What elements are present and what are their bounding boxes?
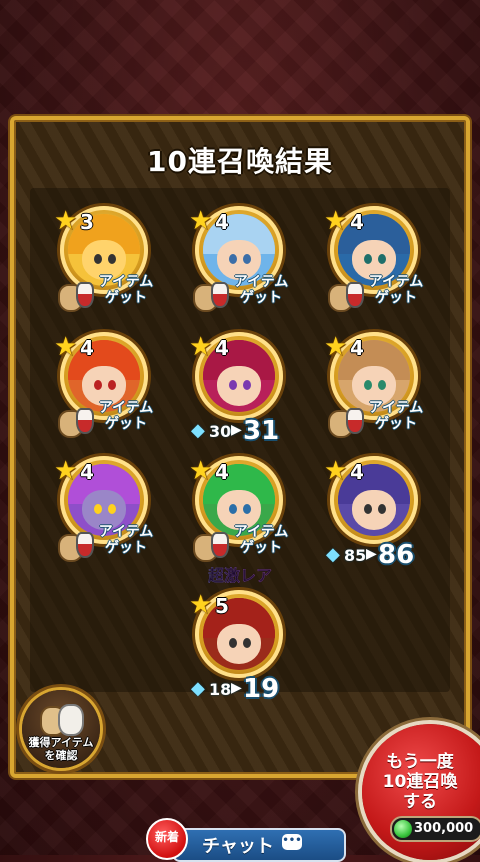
level-old: 18	[209, 680, 232, 699]
rarity-number: 4	[350, 210, 364, 234]
rarity-number: 4	[350, 336, 364, 360]
item-get-badge: アイテム ゲット	[52, 272, 162, 312]
result-card-9[interactable]: ★ 4 ◆ 85 ▶ 86	[320, 450, 430, 570]
currency-orb-icon	[394, 820, 412, 838]
item-label-line1: アイテム	[98, 274, 154, 290]
arrow-right-icon: ▶	[231, 422, 242, 438]
item-label-line1: アイテム	[233, 524, 289, 540]
level-icon: ◆	[326, 544, 340, 565]
speech-bubble-icon: •••	[282, 834, 302, 850]
star-icon: ★	[189, 590, 213, 620]
item-label-line2: ゲット	[240, 290, 282, 306]
character-portrait	[203, 340, 275, 412]
level-icon: ◆	[191, 420, 205, 441]
level-up-badge: ◆ 85 ▶ 86	[324, 540, 428, 570]
level-icon: ◆	[191, 678, 205, 699]
item-label-line1: アイテム	[98, 400, 154, 416]
confirm-label-line1: 獲得アイテム	[28, 736, 94, 749]
result-card-2[interactable]: ★ 4 アイテム ゲット	[185, 200, 295, 320]
star-icon: ★	[189, 332, 213, 362]
item-label-line2: ゲット	[375, 290, 417, 306]
item-label-line2: ゲット	[105, 416, 147, 432]
item-get-badge: アイテム ゲット	[322, 272, 432, 312]
confirm-label-line2: を確認	[44, 749, 78, 762]
star-icon: ★	[189, 456, 213, 486]
new-badge: 新着	[146, 818, 188, 860]
rarity-number: 4	[350, 460, 364, 484]
rarity-number: 4	[215, 460, 229, 484]
item-label-line2: ゲット	[105, 540, 147, 556]
item-bags-icon	[38, 700, 84, 736]
ultra-rare-label: 超激レア	[185, 562, 295, 586]
chat-button[interactable]: チャット •••	[172, 828, 346, 862]
result-card-8[interactable]: ★ 4 アイテム ゲット	[185, 450, 295, 570]
results-grid: ★ 3 アイテム ゲット ★ 4 アイテム ゲット ★ 4 アイテム ゲット ★…	[30, 188, 450, 704]
star-icon: ★	[54, 206, 78, 236]
item-get-badge: アイテム ゲット	[187, 272, 297, 312]
star-icon: ★	[54, 332, 78, 362]
retry-label-line2: 10連召喚	[382, 772, 458, 792]
item-label-line1: アイテム	[233, 274, 289, 290]
item-label-line1: アイテム	[368, 274, 424, 290]
arrow-right-icon: ▶	[231, 680, 242, 696]
character-portrait	[203, 598, 275, 670]
item-label-line1: アイテム	[368, 400, 424, 416]
item-label-line1: アイテム	[98, 524, 154, 540]
level-new: 19	[243, 674, 280, 704]
rarity-number: 3	[80, 210, 94, 234]
retry-label-line3: する	[403, 792, 437, 812]
item-get-badge: アイテム ゲット	[187, 522, 297, 562]
rarity-number: 4	[215, 336, 229, 360]
star-icon: ★	[324, 332, 348, 362]
item-get-badge: アイテム ゲット	[322, 398, 432, 438]
level-up-badge: ◆ 18 ▶ 19	[189, 674, 293, 704]
level-old: 30	[209, 422, 232, 441]
result-card-5[interactable]: ★ 4 ◆ 30 ▶ 31	[185, 326, 295, 446]
star-icon: ★	[54, 456, 78, 486]
item-label-line2: ゲット	[375, 416, 417, 432]
level-up-badge: ◆ 30 ▶ 31	[189, 416, 293, 446]
results-panel: 10連召喚結果 ★ 3 アイテム ゲット ★ 4 アイテム ゲット ★ 4 アイ…	[10, 116, 470, 778]
result-card-4[interactable]: ★ 4 アイテム ゲット	[50, 326, 160, 446]
rarity-number: 4	[80, 460, 94, 484]
rarity-number: 5	[215, 594, 229, 618]
rarity-number: 4	[80, 336, 94, 360]
star-icon: ★	[324, 206, 348, 236]
retry-label-line1: もう一度	[386, 752, 454, 772]
level-old: 85	[344, 546, 367, 565]
item-label-line2: ゲット	[240, 540, 282, 556]
page-title: 10連召喚結果	[147, 145, 333, 178]
item-get-badge: アイテム ゲット	[52, 398, 162, 438]
result-card-10[interactable]: 超激レア ★ 5 ◆ 18 ▶ 19	[185, 566, 295, 704]
cost-value: 300,000	[414, 821, 474, 836]
level-new: 31	[243, 416, 280, 446]
star-icon: ★	[189, 206, 213, 236]
cost-pill: 300,000	[390, 816, 480, 842]
arrow-right-icon: ▶	[366, 546, 377, 562]
item-label-line2: ゲット	[105, 290, 147, 306]
star-icon: ★	[324, 456, 348, 486]
item-get-badge: アイテム ゲット	[52, 522, 162, 562]
result-card-7[interactable]: ★ 4 アイテム ゲット	[50, 450, 160, 570]
rarity-number: 4	[215, 210, 229, 234]
confirm-items-button[interactable]: 獲得アイテム を確認	[22, 690, 100, 768]
result-card-6[interactable]: ★ 4 アイテム ゲット	[320, 326, 430, 446]
chat-label: チャット	[202, 836, 274, 857]
character-portrait	[338, 464, 410, 536]
result-card-1[interactable]: ★ 3 アイテム ゲット	[50, 200, 160, 320]
result-card-3[interactable]: ★ 4 アイテム ゲット	[320, 200, 430, 320]
level-new: 86	[378, 540, 415, 570]
